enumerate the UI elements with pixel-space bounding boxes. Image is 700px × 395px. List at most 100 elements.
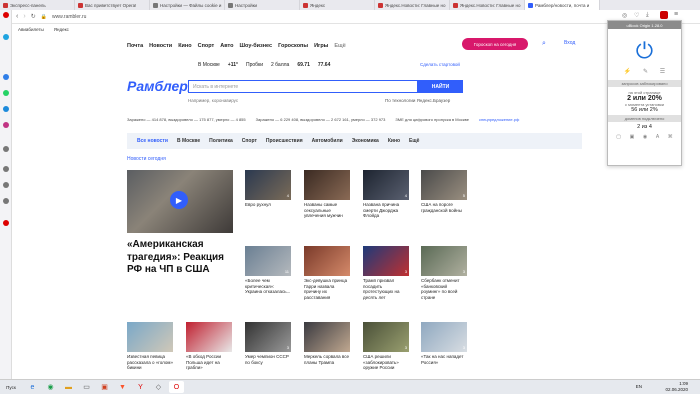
news-card[interactable]: 4 Евро рухнул [245, 170, 291, 208]
search-icon[interactable]: ⌕ [542, 40, 546, 48]
app-icon[interactable]: ▭ [79, 381, 94, 393]
bookmark-item[interactable]: Авиабилеты [18, 27, 44, 32]
news-card[interactable]: 3 Трамп призвал посадить протестующих на … [363, 246, 409, 300]
weather-city[interactable]: В Москве [198, 62, 220, 68]
section-tab[interactable]: Кино [388, 138, 400, 144]
news-card[interactable]: 3 США решили «заблокировать» оружие Росси… [363, 322, 409, 371]
forward-icon[interactable]: › [23, 13, 25, 20]
eur-rate[interactable]: 77.64 [318, 62, 331, 68]
covid-pass[interactable]: ЗМЕ для цифрового пропуска в Москве [395, 117, 469, 122]
news-card[interactable]: Названы самые сексуальные увлечения мужч… [304, 170, 350, 219]
browser-tab[interactable]: Яндекс [300, 0, 375, 10]
topnav-item[interactable]: Спорт [198, 43, 215, 49]
adblock-icon[interactable] [3, 220, 9, 226]
vk-icon[interactable] [3, 106, 9, 112]
topnav-item[interactable]: Шоу-бизнес [240, 43, 273, 49]
brave-icon[interactable]: ▼ [115, 381, 130, 393]
ublock-icon[interactable] [660, 11, 668, 19]
clock[interactable]: 1:09 02.06.2020 [665, 381, 688, 393]
make-start-page-link[interactable]: Сделать стартовой [420, 62, 460, 67]
news-card[interactable]: 3 «Так на нас нападет Россия» [421, 322, 467, 365]
browser-tab[interactable]: Яндекс.Новости: Главные но [450, 0, 525, 10]
heart-icon[interactable] [3, 182, 9, 188]
section-tab[interactable]: Ещё [409, 138, 419, 144]
browser-tab[interactable]: Яндекс.Новости: Главные но [375, 0, 450, 10]
settings-icon[interactable] [3, 198, 9, 204]
app-icon[interactable]: ▣ [97, 381, 112, 393]
browser-tab[interactable]: Настройки — Файлы cookie и [150, 0, 225, 10]
topnav-item[interactable]: Кино [178, 43, 191, 49]
popup-icon[interactable]: ▢ [616, 134, 621, 140]
ie-icon[interactable]: e [25, 381, 40, 393]
play-icon[interactable]: ▶ [170, 191, 188, 209]
app-icon[interactable]: ◇ [151, 381, 166, 393]
bookmark-item[interactable]: Яндекс [54, 27, 69, 32]
url-input[interactable]: www.rambler.ru [52, 14, 86, 20]
news-card[interactable]: Экс-девушка принца Гарри назвала причину… [304, 246, 350, 300]
topnav-item[interactable]: Игры [314, 43, 328, 49]
news-card[interactable]: Меркель сорвала все планы Трампа [304, 322, 350, 365]
bolt-icon[interactable]: ⚡ [624, 68, 631, 75]
news-card[interactable]: 4 Названа причина смерти Джорджа Флойда [363, 170, 409, 219]
messenger-icon[interactable] [3, 74, 9, 80]
search-button[interactable]: НАЙТИ [418, 80, 463, 93]
browser-tab[interactable]: Настройки [225, 0, 300, 10]
traffic-label[interactable]: Пробки [246, 62, 263, 68]
section-tab[interactable]: Все новости [137, 138, 168, 144]
news-card[interactable]: 3 Сбербанк отменит «банковский роуминг» п… [421, 246, 467, 300]
browser-tab[interactable]: Вас приветствует Opera! [75, 0, 150, 10]
section-tab[interactable]: Экономика [352, 138, 379, 144]
whatsapp-icon[interactable] [3, 90, 9, 96]
reload-icon[interactable]: ↻ [31, 13, 36, 20]
history-icon[interactable] [3, 166, 9, 172]
section-tab[interactable]: Политика [209, 138, 233, 144]
login-link[interactable]: Вход [564, 40, 575, 46]
browser-tab[interactable]: Экспресс-панель [0, 0, 75, 10]
rambler-logo[interactable]: Рамблер/ [127, 78, 192, 94]
yandex-browser-icon[interactable]: Y [133, 381, 148, 393]
topnav-item[interactable]: Новости [149, 43, 172, 49]
back-icon[interactable]: ‹ [16, 13, 18, 20]
speed-dial-icon[interactable] [3, 34, 9, 40]
heart-icon[interactable]: ♡ [634, 12, 639, 19]
search-input[interactable]: Искать в интернете [188, 80, 418, 93]
font-icon[interactable]: A [656, 134, 659, 140]
news-card[interactable]: 3 Умер чемпион СССР по боксу [245, 322, 291, 365]
covid-russia[interactable]: Заражено — 414 878, выздоровело — 175 87… [127, 117, 246, 122]
horoscope-button[interactable]: Гороскоп на сегодня [462, 38, 528, 50]
camera-icon[interactable]: ◎ [622, 12, 627, 19]
covid-link[interactable]: спецпредложение.рф [479, 117, 519, 122]
opera-icon[interactable]: O [169, 381, 184, 393]
opera-menu-icon[interactable] [3, 12, 9, 18]
explorer-icon[interactable]: ▬ [61, 381, 76, 393]
list-icon[interactable]: ☰ [660, 68, 665, 75]
instagram-icon[interactable] [3, 122, 9, 128]
chrome-icon[interactable]: ◉ [43, 381, 58, 393]
script-icon[interactable]: ⌘ [668, 134, 673, 140]
search-example[interactable]: Например, коронавирус [188, 98, 238, 103]
news-card[interactable]: 5 США на пороге гражданской войны [421, 170, 467, 213]
language-indicator[interactable]: EN [636, 384, 642, 389]
topnav-item[interactable]: Авто [220, 43, 233, 49]
topnav-more[interactable]: Ещё [334, 43, 345, 49]
section-tab[interactable]: Спорт [242, 138, 257, 144]
menu-icon[interactable]: ≡ [674, 11, 678, 18]
news-card[interactable]: 11 «Более чем критическая»: Украина отказ… [245, 246, 291, 295]
section-tab[interactable]: Автомобили [312, 138, 343, 144]
main-news-title[interactable]: «Американская трагедия»: Реакция РФ на Ч… [127, 239, 235, 277]
eyedropper-icon[interactable]: ✎ [643, 68, 648, 75]
media-icon[interactable]: ▣ [630, 134, 635, 140]
section-tab[interactable]: В Москве [177, 138, 200, 144]
covid-world[interactable]: Заражено — 6 229 408, выздоровело — 2 67… [256, 117, 386, 122]
usd-rate[interactable]: 69.71 [297, 62, 310, 68]
power-icon[interactable]: ⏻ [631, 37, 659, 65]
news-card[interactable]: «В обход России Польша идет на грабли» [186, 322, 232, 371]
eye-icon[interactable]: ◉ [643, 134, 647, 140]
start-button[interactable]: Пуск [0, 380, 22, 395]
browser-tab-active[interactable]: Рамблер/новости, почта и [525, 0, 600, 10]
topnav-item[interactable]: Гороскопы [278, 43, 308, 49]
news-card[interactable]: Известная певица рассказала о «голом» би… [127, 322, 173, 371]
section-tab[interactable]: Происшествия [266, 138, 303, 144]
download-icon[interactable]: ⤓ [646, 12, 649, 19]
send-icon[interactable] [3, 146, 9, 152]
